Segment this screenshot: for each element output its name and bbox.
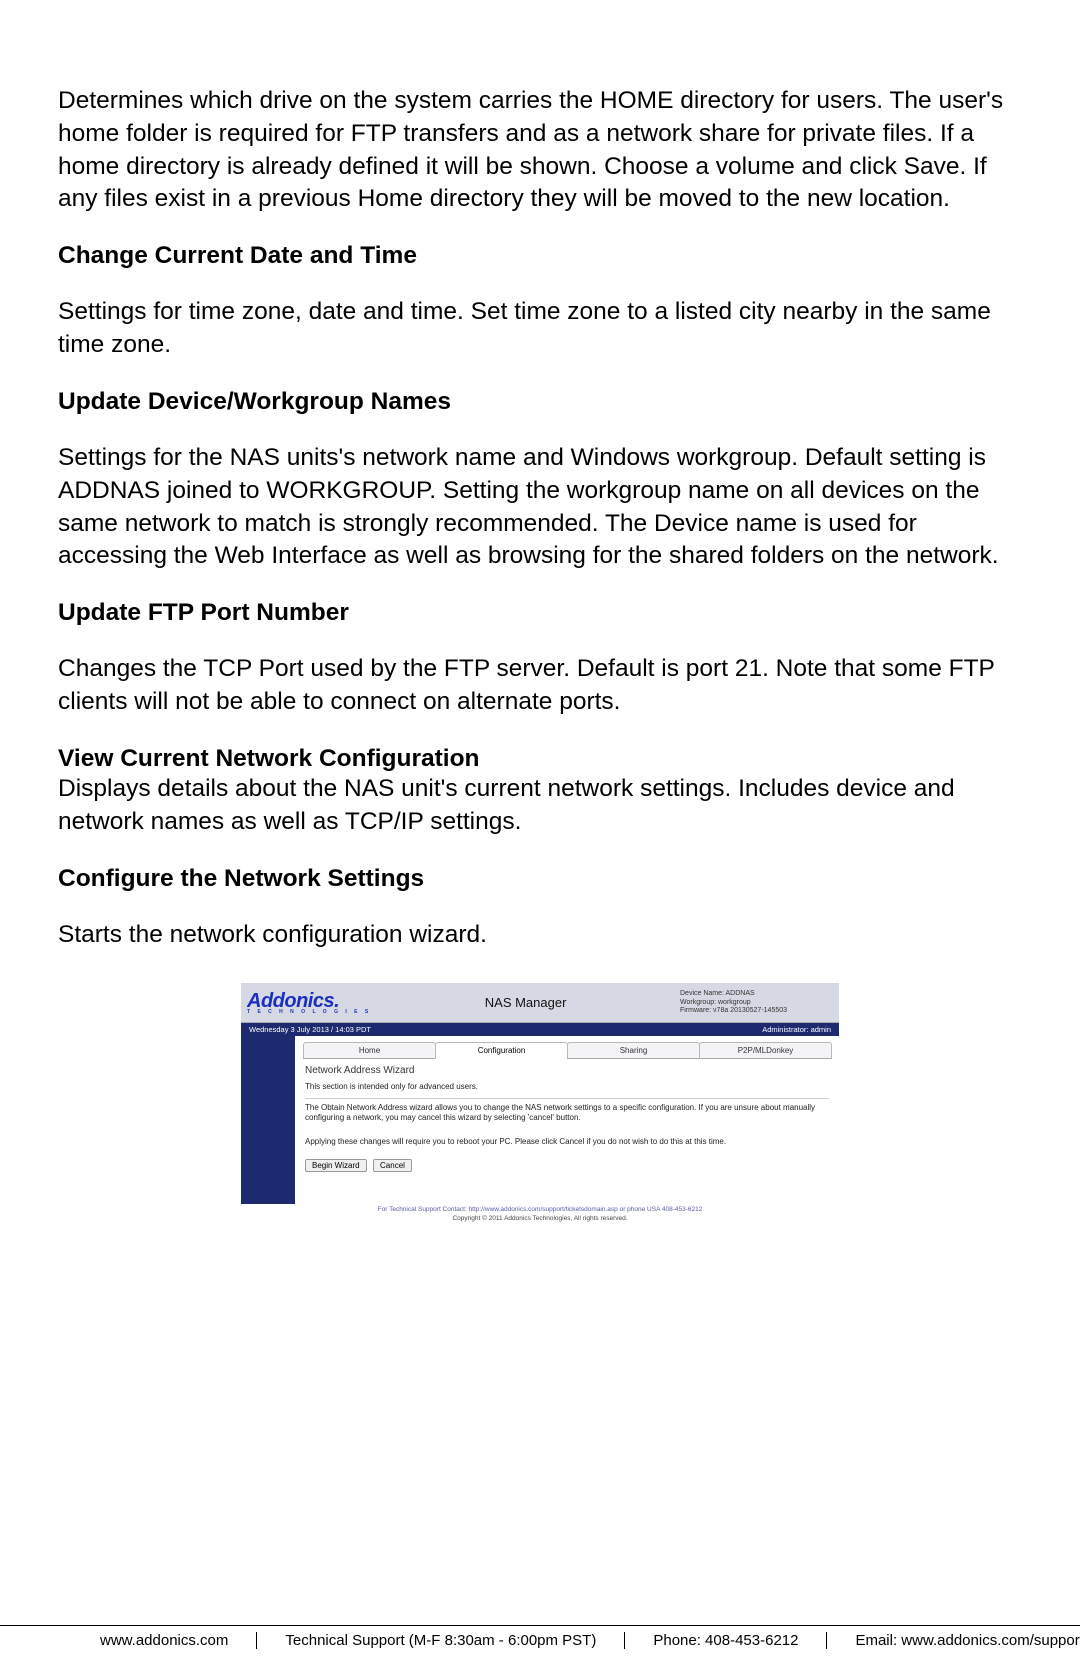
- nas-title: NAS Manager: [377, 995, 674, 1010]
- footer-site: www.addonics.com: [0, 1632, 257, 1649]
- footer-support-hours: Technical Support (M-F 8:30am - 6:00pm P…: [257, 1632, 625, 1649]
- wizard-description: The Obtain Network Address wizard allows…: [305, 1103, 829, 1123]
- heading-configure-network: Configure the Network Settings: [58, 865, 1022, 893]
- paragraph-view-network: Displays details about the NAS unit's cu…: [58, 773, 1022, 839]
- footer-phone: Phone: 408-453-6212: [625, 1632, 827, 1649]
- heading-date-time: Change Current Date and Time: [58, 242, 1022, 270]
- wizard-buttons: Begin Wizard Cancel: [305, 1155, 831, 1173]
- tab-p2p[interactable]: P2P/MLDonkey: [699, 1042, 832, 1059]
- nas-device-info: Device Name: ADDNAS Workgroup: workgroup…: [674, 987, 839, 1019]
- nas-tabs: Home Configuration Sharing P2P/MLDonkey: [303, 1042, 831, 1059]
- nas-main-panel: Home Configuration Sharing P2P/MLDonkey …: [295, 1036, 839, 1204]
- nas-body: Home Configuration Sharing P2P/MLDonkey …: [241, 1036, 839, 1204]
- divider: [305, 1098, 829, 1099]
- heading-workgroup: Update Device/Workgroup Names: [58, 388, 1022, 416]
- logo-subtext: T E C H N O L O G I E S: [247, 1010, 371, 1014]
- tab-configuration[interactable]: Configuration: [435, 1042, 568, 1059]
- nas-header: Addonics. T E C H N O L O G I E S NAS Ma…: [241, 983, 839, 1023]
- tab-sharing[interactable]: Sharing: [567, 1042, 700, 1059]
- paragraph-workgroup: Settings for the NAS units's network nam…: [58, 442, 1022, 573]
- nas-sidebar: [241, 1036, 295, 1204]
- wizard-warning: Applying these changes will require you …: [305, 1137, 829, 1147]
- tab-home[interactable]: Home: [303, 1042, 436, 1059]
- nas-status-bar: Wednesday 3 July 2013 / 14:03 PDT Admini…: [241, 1023, 839, 1036]
- paragraph-date-time: Settings for time zone, date and time. S…: [58, 296, 1022, 362]
- begin-wizard-button[interactable]: Begin Wizard: [305, 1159, 367, 1172]
- nas-footer: For Technical Support Contact: http://ww…: [241, 1204, 839, 1223]
- cancel-button[interactable]: Cancel: [373, 1159, 412, 1172]
- paragraph-configure-network: Starts the network configuration wizard.: [58, 919, 1022, 952]
- status-admin: Administrator: admin: [762, 1025, 831, 1034]
- wizard-intro: This section is intended only for advanc…: [305, 1082, 829, 1092]
- addonics-logo: Addonics. T E C H N O L O G I E S: [241, 989, 377, 1016]
- intro-paragraph: Determines which drive on the system car…: [58, 85, 1022, 216]
- page-footer: www.addonics.com Technical Support (M-F …: [0, 1625, 1080, 1649]
- heading-view-network: View Current Network Configuration: [58, 745, 1022, 773]
- info-workgroup: Workgroup: workgroup: [680, 999, 829, 1008]
- footer-email: Email: www.addonics.com/support/query/: [827, 1632, 1080, 1649]
- paragraph-ftp-port: Changes the TCP Port used by the FTP ser…: [58, 653, 1022, 719]
- nas-manager-screenshot: Addonics. T E C H N O L O G I E S NAS Ma…: [241, 983, 839, 1223]
- wizard-title: Network Address Wizard: [305, 1065, 831, 1076]
- info-device-name: Device Name: ADDNAS: [680, 990, 829, 999]
- status-datetime: Wednesday 3 July 2013 / 14:03 PDT: [249, 1025, 371, 1034]
- info-firmware: Firmware: v78a 20130527-145503: [680, 1007, 829, 1016]
- nas-footer-support: For Technical Support Contact: http://ww…: [241, 1206, 839, 1214]
- nas-footer-copyright: Copyright © 2011 Addonics Technologies, …: [241, 1215, 839, 1223]
- heading-ftp-port: Update FTP Port Number: [58, 599, 1022, 627]
- document-content: Determines which drive on the system car…: [0, 0, 1080, 1223]
